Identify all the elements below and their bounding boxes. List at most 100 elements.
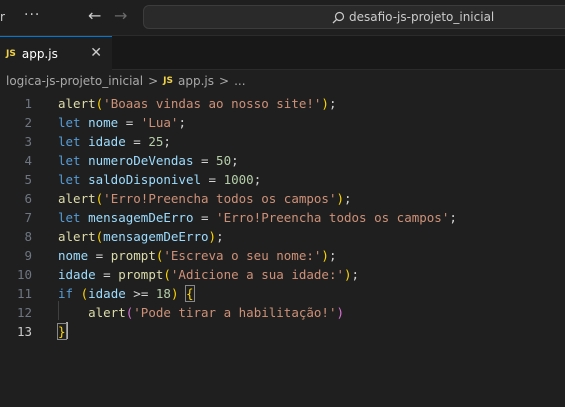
code-text: nome = prompt('Escreva o seu nome:'); bbox=[58, 246, 336, 265]
breadcrumb-folder[interactable]: logica-js-projeto_inicial bbox=[6, 74, 143, 88]
code-token: 25 bbox=[148, 134, 164, 149]
tab-label: app.js bbox=[21, 46, 58, 61]
code-token: alert bbox=[88, 305, 126, 320]
code-line[interactable]: 10 idade = prompt('Adicione a sua idade:'… bbox=[0, 265, 565, 284]
code-token: 'Escreva o seu nome:' bbox=[163, 248, 322, 263]
code-token: idade bbox=[88, 286, 126, 301]
tab-bar: JS app.js ✕ bbox=[0, 36, 565, 70]
tab-app-js[interactable]: JS app.js ✕ bbox=[0, 36, 112, 70]
code-token: = bbox=[201, 172, 224, 187]
line-number: 5 bbox=[24, 172, 32, 187]
code-token: 'Pode tirar a habilitação!' bbox=[133, 305, 337, 320]
code-line[interactable]: 3 let idade = 25; bbox=[0, 132, 565, 151]
code-token: let bbox=[58, 172, 81, 187]
code-token: = bbox=[125, 134, 149, 149]
code-text: let saldoDisponivel = 1000; bbox=[58, 170, 261, 189]
code-token: 18 bbox=[155, 286, 171, 301]
line-number: 8 bbox=[24, 229, 32, 244]
code-token: ; bbox=[253, 172, 262, 187]
search-icon bbox=[332, 11, 345, 23]
code-token: idade bbox=[58, 267, 96, 282]
breadcrumb-file[interactable]: app.js bbox=[178, 74, 214, 88]
code-token: 'Adicione a sua idade:' bbox=[170, 267, 344, 282]
chevron-right-icon: > bbox=[219, 74, 230, 88]
code-text: alert('Boaas vindas ao nosso site!'); bbox=[58, 94, 336, 113]
code-token: 'Erro!Preencha todos os campos' bbox=[216, 210, 450, 225]
code-token: 'Erro!Preencha todos os campos' bbox=[103, 191, 337, 206]
line-number: 11 bbox=[16, 286, 32, 301]
code-token: mensagemDeErro bbox=[88, 210, 194, 225]
code-token: { bbox=[185, 285, 195, 302]
code-token: = bbox=[95, 267, 119, 282]
code-token: alert bbox=[58, 96, 96, 111]
code-token: idade bbox=[88, 134, 126, 149]
code-token: saldoDisponivel bbox=[88, 172, 201, 187]
javascript-file-icon: JS bbox=[6, 48, 16, 59]
javascript-file-icon: JS bbox=[163, 76, 174, 86]
code-token: alert bbox=[58, 229, 96, 244]
code-token: ( bbox=[80, 286, 89, 301]
line-number: 1 bbox=[24, 96, 32, 111]
code-token: alert bbox=[58, 191, 96, 206]
line-number: 13 bbox=[16, 324, 32, 339]
back-arrow-icon[interactable]: ← bbox=[88, 6, 101, 25]
line-number: 10 bbox=[16, 267, 32, 282]
close-icon[interactable]: ✕ bbox=[90, 45, 102, 61]
line-number: 4 bbox=[24, 153, 32, 168]
breadcrumb-symbols[interactable]: ... bbox=[234, 74, 245, 88]
code-editor[interactable]: 1 alert('Boaas vindas ao nosso site!'); 2 l… bbox=[0, 92, 565, 407]
code-token: let bbox=[58, 134, 81, 149]
forward-arrow-icon[interactable]: → bbox=[114, 6, 127, 25]
code-line[interactable]: 8 alert(mensagemDeErro); bbox=[0, 227, 565, 246]
more-icon[interactable]: ··· bbox=[24, 7, 40, 23]
code-text: } bbox=[57, 322, 67, 341]
code-token: 1000 bbox=[223, 172, 254, 187]
code-token: = bbox=[118, 115, 141, 130]
code-token: let bbox=[58, 153, 81, 168]
code-token: prompt bbox=[118, 267, 164, 282]
code-text: if (idade >= 18) { bbox=[58, 284, 195, 303]
code-token: ) bbox=[321, 248, 329, 263]
title-bar: r ··· ← → desafio-js-projeto_inicial bbox=[0, 0, 565, 36]
breadcrumb: logica-js-projeto_inicial > JS app.js > … bbox=[0, 70, 565, 92]
code-token: } bbox=[57, 323, 67, 340]
code-line[interactable]: 6 alert('Erro!Preencha todos os campos'); bbox=[0, 189, 565, 208]
code-token: ; bbox=[328, 96, 337, 111]
line-number: 6 bbox=[24, 191, 32, 206]
command-center-search[interactable]: desafio-js-projeto_inicial bbox=[143, 5, 565, 29]
code-line[interactable]: 5 let saldoDisponivel = 1000; bbox=[0, 170, 565, 189]
code-token: 50 bbox=[216, 153, 232, 168]
code-token: nome bbox=[58, 248, 89, 263]
code-token: ) bbox=[321, 96, 329, 111]
code-token: ; bbox=[163, 134, 171, 149]
search-label: desafio-js-projeto_inicial bbox=[349, 10, 495, 24]
code-text: let nome = 'Lua'; bbox=[58, 113, 186, 132]
code-token: ; bbox=[328, 248, 337, 263]
code-line[interactable]: 13} bbox=[0, 322, 565, 341]
code-text: let mensagemDeErro = 'Erro!Preencha todo… bbox=[58, 208, 457, 227]
code-line[interactable]: 11 if (idade >= 18) { bbox=[0, 284, 565, 303]
code-token: ; bbox=[216, 229, 224, 244]
menu-item-partial[interactable]: r bbox=[0, 10, 5, 24]
code-token: prompt bbox=[110, 248, 156, 263]
code-line[interactable]: 12 alert('Pode tirar a habilitação!') bbox=[0, 303, 565, 322]
code-token: numeroDeVendas bbox=[88, 153, 194, 168]
code-line[interactable]: 7 let mensagemDeErro = 'Erro!Preencha tod… bbox=[0, 208, 565, 227]
code-text: let idade = 25; bbox=[58, 132, 171, 151]
code-token: = bbox=[88, 248, 111, 263]
code-token: ) bbox=[344, 267, 352, 282]
code-line[interactable]: 9 nome = prompt('Escreva o seu nome:'); bbox=[0, 246, 565, 265]
code-line[interactable]: 2 let nome = 'Lua'; bbox=[0, 113, 565, 132]
code-token: nome bbox=[88, 115, 119, 130]
code-line[interactable]: 1 alert('Boaas vindas ao nosso site!'); bbox=[0, 94, 565, 113]
code-token: >= bbox=[125, 286, 156, 301]
chevron-right-icon: > bbox=[148, 74, 159, 88]
code-token: let bbox=[58, 210, 81, 225]
code-line[interactable]: 4 let numeroDeVendas = 50; bbox=[0, 151, 565, 170]
code-token: ; bbox=[231, 153, 239, 168]
code-text: alert('Pode tirar a habilitação!') bbox=[58, 303, 344, 322]
